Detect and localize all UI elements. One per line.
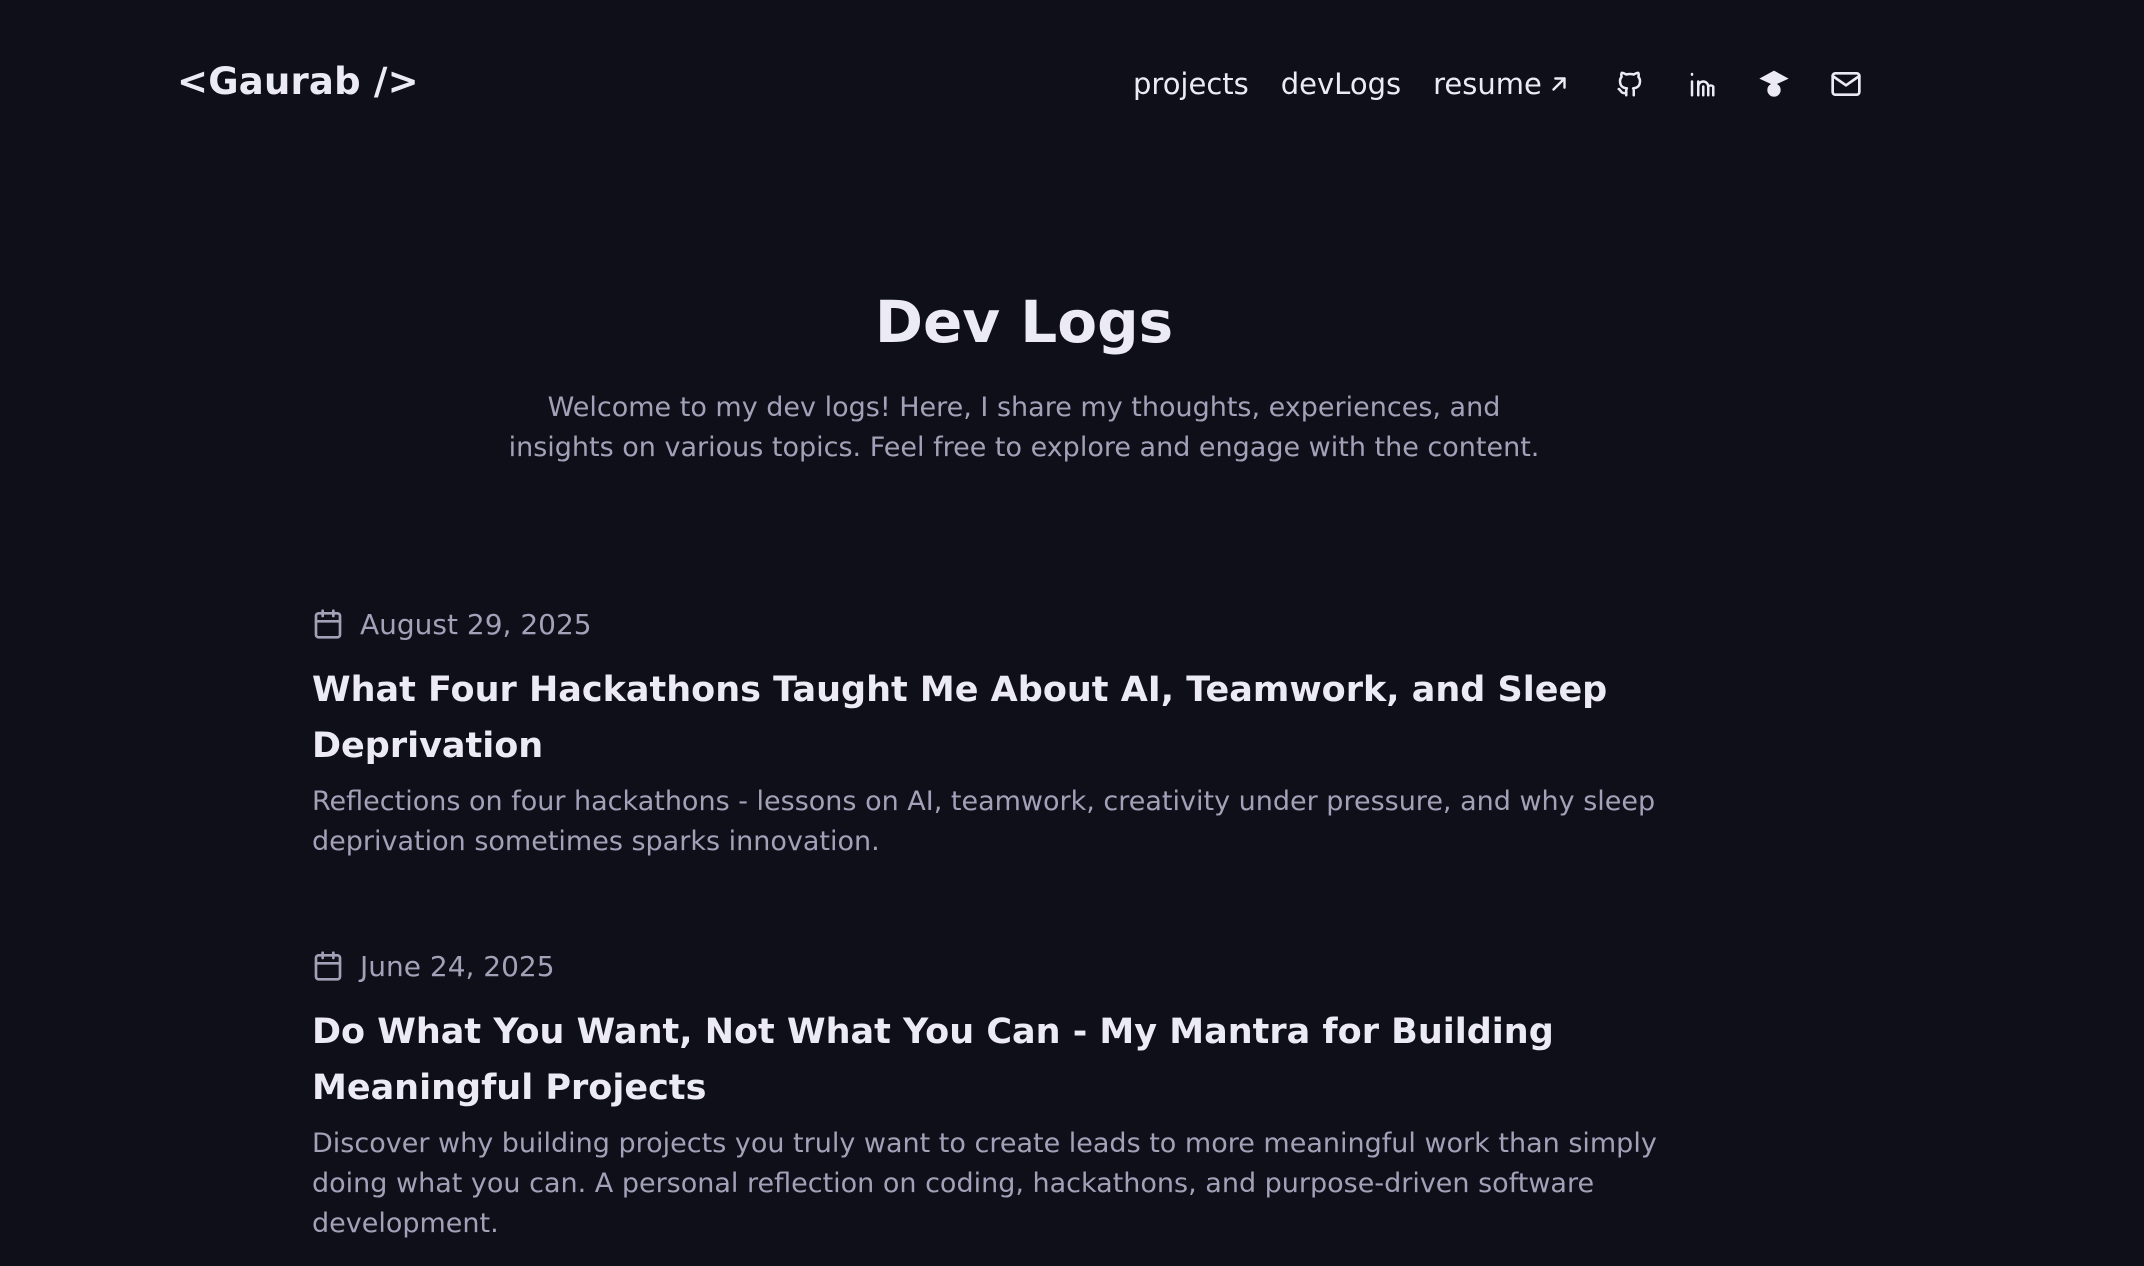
post-card[interactable]: August 29, 2025 What Four Hackathons Tau… <box>312 600 1712 862</box>
post-description: Discover why building projects you truly… <box>312 1128 1657 1239</box>
linkedin-icon[interactable] <box>1682 64 1722 104</box>
post-list: August 29, 2025 What Four Hackathons Tau… <box>312 600 1712 1266</box>
post-date-text: August 29, 2025 <box>360 607 592 641</box>
site-header: <Gaurab /> projects devLogs resume <box>0 0 2144 170</box>
hero-section: Dev Logs Welcome to my dev logs! Here, I… <box>0 282 2048 468</box>
post-date: August 29, 2025 <box>312 600 1712 648</box>
calendar-icon <box>312 608 344 640</box>
post-title[interactable]: What Four Hackathons Taught Me About AI,… <box>312 662 1712 774</box>
graduation-cap-icon[interactable] <box>1754 64 1794 104</box>
post-card[interactable]: June 24, 2025 Do What You Want, Not What… <box>312 942 1712 1244</box>
page-subtitle: Welcome to my dev logs! Here, I share my… <box>508 392 1540 463</box>
nav-link-label: devLogs <box>1280 67 1402 101</box>
nav-link-resume[interactable]: resume <box>1433 67 1570 101</box>
site-logo[interactable]: <Gaurab /> <box>177 60 419 103</box>
nav-link-label: projects <box>1133 67 1249 101</box>
page-title: Dev Logs <box>874 288 1174 356</box>
post-description: Reflections on four hackathons - lessons… <box>312 786 1656 857</box>
nav-link-label: resume <box>1433 67 1542 101</box>
calendar-icon <box>312 950 344 982</box>
github-icon[interactable] <box>1610 64 1650 104</box>
nav-link-projects[interactable]: projects <box>1133 67 1249 101</box>
nav-link-devlogs[interactable]: devLogs <box>1281 67 1401 101</box>
mail-icon[interactable] <box>1826 64 1866 104</box>
post-title[interactable]: Do What You Want, Not What You Can - My … <box>312 1004 1712 1116</box>
external-link-arrow-icon <box>1548 73 1570 95</box>
main-nav: projects devLogs resume <box>1133 64 1866 104</box>
social-links <box>1610 64 1866 104</box>
post-date-text: June 24, 2025 <box>360 949 555 983</box>
post-date: June 24, 2025 <box>312 942 1712 990</box>
page: <Gaurab /> projects devLogs resume Dev L… <box>0 0 2144 1266</box>
